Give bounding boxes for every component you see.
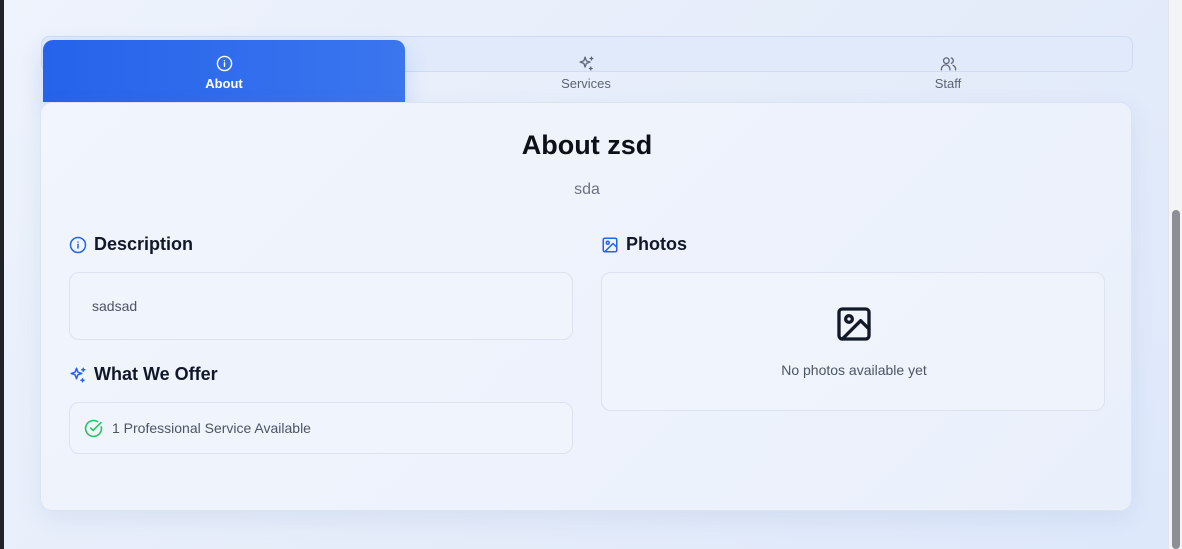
- tab-about-label: About: [205, 76, 243, 91]
- photos-box: No photos available yet: [601, 272, 1105, 411]
- image-icon: [602, 237, 618, 252]
- description-heading: Description: [69, 234, 193, 255]
- scrollbar-thumb[interactable]: [1172, 210, 1180, 549]
- users-icon: [940, 57, 956, 71]
- info-icon: [69, 236, 87, 253]
- offer-item: 1 Professional Service Available: [69, 402, 573, 454]
- photos-heading: Photos: [601, 234, 687, 255]
- about-card: About zsd sda Description sadsad What We…: [40, 102, 1132, 511]
- photos-empty-text: No photos available yet: [781, 362, 927, 378]
- image-placeholder-icon: [837, 307, 871, 341]
- description-box: sadsad: [69, 272, 573, 340]
- offer-heading-label: What We Offer: [94, 364, 218, 384]
- offer-item-text: 1 Professional Service Available: [112, 420, 311, 436]
- info-icon: [216, 55, 232, 72]
- tab-staff[interactable]: Staff: [767, 40, 1129, 102]
- tab-staff-label: Staff: [934, 76, 962, 91]
- window-left-edge: [0, 0, 4, 549]
- check-circle-icon: [84, 419, 103, 437]
- description-text: sadsad: [92, 298, 138, 314]
- offer-heading: What We Offer: [69, 364, 218, 385]
- photos-heading-label: Photos: [626, 234, 687, 254]
- sparkles-icon: [578, 56, 594, 71]
- tab-services-label: Services: [561, 76, 611, 91]
- page-title: About zsd: [521, 130, 653, 160]
- tab-about[interactable]: About: [43, 40, 405, 102]
- scrollbar[interactable]: [1168, 0, 1182, 549]
- sparkles-icon: [70, 367, 86, 382]
- tab-services[interactable]: Services: [405, 40, 767, 102]
- page-subtitle: sda: [574, 181, 600, 198]
- description-heading-label: Description: [94, 234, 194, 254]
